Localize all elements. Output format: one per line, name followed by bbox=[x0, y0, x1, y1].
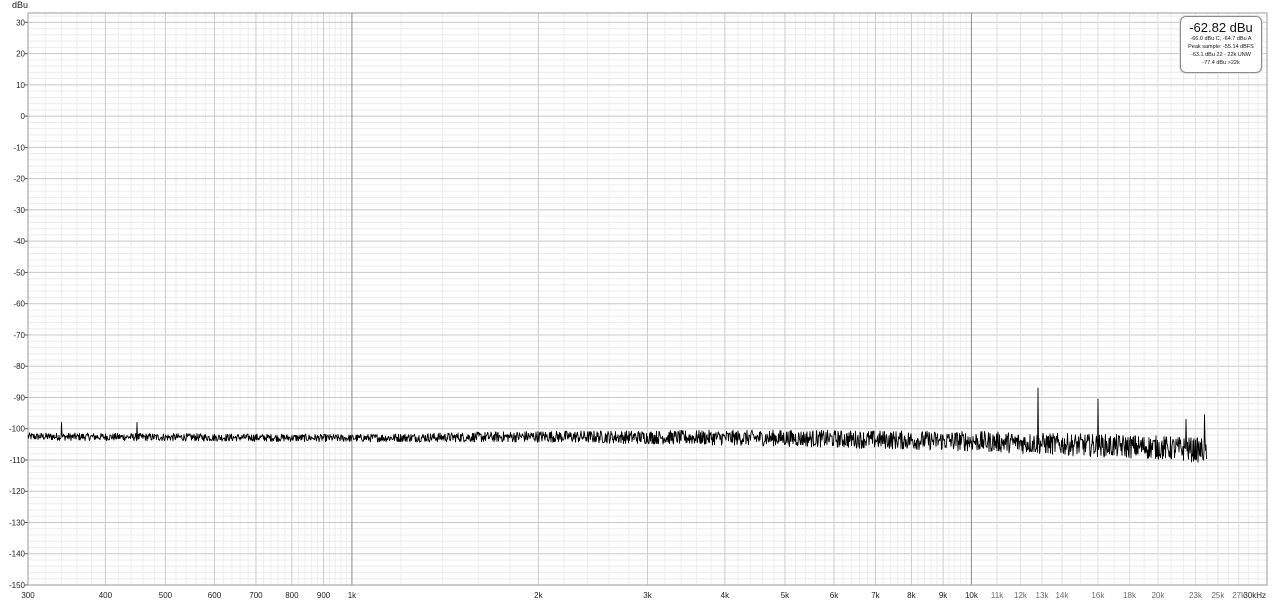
x-tick-label: 18k bbox=[1123, 591, 1137, 600]
grid bbox=[27, 13, 1268, 586]
x-tick-label: 10k bbox=[965, 591, 979, 600]
x-tick-label: 6k bbox=[830, 591, 839, 600]
readout-unweighted-level: -63.1 dBu 22 - 22k UNW bbox=[1191, 52, 1251, 58]
y-tick-label: -130 bbox=[9, 518, 26, 527]
x-tick-label: 25k bbox=[1211, 591, 1225, 600]
y-tick-label: -90 bbox=[13, 393, 25, 402]
x-tick-label: 5k bbox=[781, 591, 790, 600]
y-tick-label: -50 bbox=[13, 268, 25, 277]
y-tick-label: -110 bbox=[10, 456, 26, 465]
readout-main-level: -62.82 dBu bbox=[1189, 20, 1253, 35]
level-readout-panel[interactable]: -62.82 dBu -66.0 dBu C, -64.7 dBu A Peak… bbox=[1180, 16, 1262, 73]
axes: 30 20 10 0 -10 -20 -30 -40 -50 -60 -70 -80 -90 -100 -1… bbox=[9, 12, 1268, 600]
y-tick-label: -30 bbox=[13, 206, 25, 215]
x-tick-label: 1k bbox=[348, 591, 357, 600]
readout-weighted-levels: -66.0 dBu C, -64.7 dBu A bbox=[1190, 36, 1252, 42]
x-tick-label: 12k bbox=[1014, 591, 1028, 600]
spectrum-chart[interactable]: 30 20 10 0 -10 -20 -30 -40 -50 -60 -70 -80 -90 -100 -1… bbox=[0, 0, 1279, 604]
readout-ultrasonic-level: -77.4 dBu >22k bbox=[1202, 60, 1240, 66]
y-tick-label: -40 bbox=[13, 237, 25, 246]
x-tick-label: 13k bbox=[1036, 591, 1050, 600]
x-tick-label: 400 bbox=[99, 591, 113, 600]
y-tick-label: -60 bbox=[13, 300, 25, 309]
x-tick-label: 4k bbox=[721, 591, 730, 600]
y-tick-label: -10 bbox=[13, 143, 25, 152]
x-tick-label: 3k bbox=[643, 591, 652, 600]
x-tick-label: 14k bbox=[1055, 591, 1069, 600]
y-tick-label: 30 bbox=[16, 18, 25, 27]
y-tick-label: 0 bbox=[21, 112, 26, 121]
series-line-0 bbox=[27, 387, 1207, 463]
x-tick-label: 2k bbox=[534, 591, 543, 600]
y-tick-label: -100 bbox=[9, 425, 26, 434]
x-tick-label: 500 bbox=[159, 591, 173, 600]
x-tick-label: 30kHz bbox=[1243, 591, 1266, 600]
y-tick-label: -20 bbox=[13, 175, 25, 184]
x-tick-label: 700 bbox=[249, 591, 263, 600]
x-tick-label: 20k bbox=[1151, 591, 1165, 600]
y-tick-label: -120 bbox=[9, 487, 26, 496]
x-tick-label: 23k bbox=[1189, 591, 1203, 600]
y-tick-label: -80 bbox=[13, 362, 25, 371]
y-tick-label: -70 bbox=[13, 331, 25, 340]
x-tick-label: 16k bbox=[1091, 591, 1105, 600]
y-tick-label: 10 bbox=[16, 81, 25, 90]
x-tick-label: 800 bbox=[285, 591, 299, 600]
y-tick-label: 20 bbox=[16, 50, 25, 59]
x-tick-label: 300 bbox=[21, 591, 35, 600]
x-tick-label: 7k bbox=[871, 591, 880, 600]
x-tick-label: 9k bbox=[939, 591, 948, 600]
x-tick-label: 900 bbox=[317, 591, 331, 600]
x-tick-label: 11k bbox=[991, 591, 1004, 600]
y-axis-unit-label: dBu bbox=[12, 0, 28, 10]
series-layer bbox=[27, 387, 1207, 463]
x-tick-label: 8k bbox=[907, 591, 916, 600]
x-tick-label: 600 bbox=[208, 591, 222, 600]
y-tick-label: -150 bbox=[9, 581, 26, 590]
y-tick-label: -140 bbox=[9, 550, 26, 559]
readout-peak-sample: Peak sample: -55.14 dBFS bbox=[1188, 44, 1254, 50]
